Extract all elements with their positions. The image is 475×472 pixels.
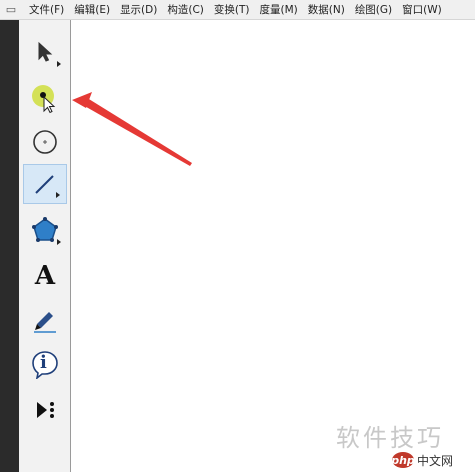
point-tool[interactable] (23, 78, 67, 118)
info-i-label: i (40, 352, 47, 373)
text-tool[interactable]: A (23, 256, 67, 296)
php-badge-text: 中文网 (417, 453, 454, 468)
polygon-icon (32, 217, 58, 242)
pen-icon (34, 312, 56, 333)
menu-display[interactable]: 显示(D) (115, 0, 162, 20)
menu-file[interactable]: 文件(F) (24, 0, 69, 20)
circle-icon (33, 130, 57, 154)
polygon-tool[interactable] (23, 210, 67, 250)
text-A-icon: A (34, 261, 56, 291)
php-watermark-badge: php 中文网 (391, 450, 454, 470)
line-segment-icon (35, 175, 54, 194)
information-tool[interactable]: i (23, 344, 67, 384)
custom-tool-icon (37, 402, 54, 418)
custom-tool[interactable] (23, 390, 67, 430)
menu-transform[interactable]: 变换(T) (209, 0, 255, 20)
menu-edit[interactable]: 编辑(E) (69, 0, 115, 20)
menu-data[interactable]: 数据(N) (303, 0, 350, 20)
submenu-arrow-icon (56, 192, 60, 198)
window-menu-icon[interactable]: ▭ (2, 2, 20, 18)
submenu-arrow-icon (57, 239, 61, 245)
menu-window[interactable]: 窗口(W) (397, 0, 447, 20)
arrow-select-tool[interactable] (23, 32, 67, 72)
menu-graph[interactable]: 绘图(G) (350, 0, 397, 20)
sketch-canvas[interactable] (72, 21, 475, 472)
menu-measure[interactable]: 度量(M) (254, 0, 302, 20)
arrow-cursor-icon (38, 41, 53, 62)
straightedge-tool[interactable] (23, 164, 67, 204)
submenu-arrow-icon (57, 61, 61, 67)
compass-tool[interactable] (23, 122, 67, 162)
watermark-text: 软件技巧 (336, 424, 444, 452)
menu-bar: ▭ 文件(F) 编辑(E) 显示(D) 构造(C) 变换(T) 度量(M) 数据… (0, 0, 475, 20)
left-edge-strip (0, 20, 19, 472)
toolbox: A i (19, 20, 71, 472)
marker-tool[interactable] (23, 300, 67, 340)
point-icon (32, 85, 56, 114)
php-logo-icon: php (391, 452, 415, 468)
menu-construct[interactable]: 构造(C) (162, 0, 209, 20)
